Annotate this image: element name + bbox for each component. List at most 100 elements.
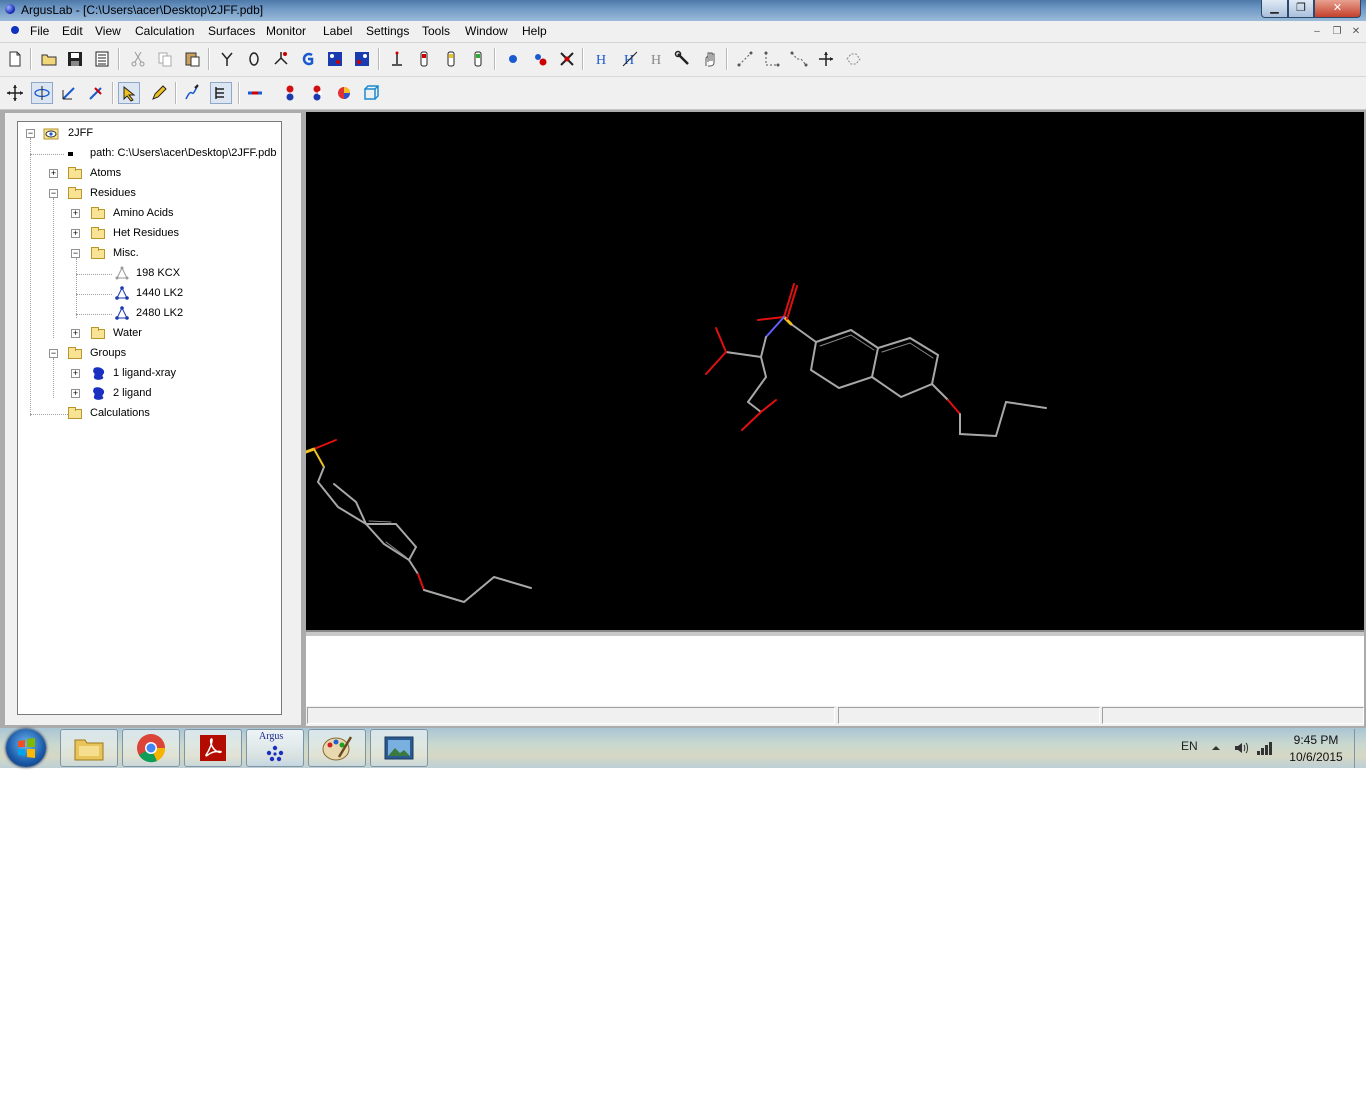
tree-amino-acids-label[interactable]: Amino Acids [113, 207, 174, 219]
taskbar-paint-button[interactable] [308, 729, 366, 767]
paste-icon[interactable] [181, 48, 203, 70]
ball-red-icon[interactable] [279, 82, 301, 104]
language-indicator[interactable]: EN [1181, 739, 1198, 753]
expand-root-toggle[interactable]: − [26, 129, 35, 138]
taskbar-photo-viewer-button[interactable] [370, 729, 428, 767]
molecule-b-icon[interactable] [351, 48, 373, 70]
hand-icon[interactable] [699, 48, 721, 70]
menu-file[interactable]: File [30, 24, 49, 38]
tree-root-label[interactable]: 2JFF [68, 127, 93, 139]
document-icon[interactable] [11, 26, 19, 34]
box-icon[interactable] [360, 82, 382, 104]
dipole-icon[interactable] [386, 48, 408, 70]
maximize-button[interactable]: ❐ [1288, 0, 1314, 18]
molecule-viewport[interactable] [304, 112, 1364, 630]
save-icon[interactable] [64, 48, 86, 70]
arrow-bond-icon[interactable] [270, 48, 292, 70]
clock-date[interactable]: 10/6/2015 [1286, 750, 1346, 764]
tree-atoms-label[interactable]: Atoms [90, 167, 121, 179]
mdi-minimize-button[interactable]: – [1309, 25, 1325, 39]
expand-groups-toggle[interactable]: − [49, 349, 58, 358]
measure-angle-icon[interactable] [761, 48, 783, 70]
taskbar-explorer-button[interactable] [60, 729, 118, 767]
select-arrow-icon[interactable] [118, 82, 140, 104]
translate-icon[interactable] [4, 82, 26, 104]
ball-stick-icon[interactable] [244, 82, 266, 104]
start-button[interactable] [6, 729, 46, 767]
volume-icon[interactable] [1233, 740, 1249, 756]
orbital-b-icon[interactable] [440, 48, 462, 70]
ring-icon[interactable] [243, 48, 265, 70]
y-bond-icon[interactable] [216, 48, 238, 70]
expand-water-toggle[interactable]: + [71, 329, 80, 338]
expand-group-toggle[interactable]: + [71, 369, 80, 378]
arguslab-app-icon[interactable] [5, 4, 15, 14]
add-hydrogen-icon[interactable]: H [590, 48, 612, 70]
output-pane[interactable] [306, 636, 1364, 706]
hydrogen-edit-icon[interactable]: H [619, 48, 641, 70]
hydrogen-gray-icon[interactable]: H [645, 48, 667, 70]
tree-residues-label[interactable]: Residues [90, 187, 136, 199]
orbital-c-icon[interactable] [467, 48, 489, 70]
tree-water-label[interactable]: Water [113, 327, 142, 339]
expand-het-residues-toggle[interactable]: + [71, 229, 80, 238]
menu-surfaces[interactable]: Surfaces [208, 24, 255, 38]
expand-group-toggle[interactable]: + [71, 389, 80, 398]
network-signal-icon[interactable] [1256, 740, 1274, 756]
sphere-color-icon[interactable] [333, 82, 355, 104]
menu-label[interactable]: Label [323, 24, 352, 38]
tree-calculations-label[interactable]: Calculations [90, 407, 150, 419]
molecule-tree[interactable]: − 2JFF path: C:\Users\acer\Desktop\2JFF.… [17, 121, 282, 715]
tree-het-residues-label[interactable]: Het Residues [113, 227, 179, 239]
wrench-icon[interactable] [672, 48, 694, 70]
cut-icon[interactable] [127, 48, 149, 70]
molecule-a-icon[interactable] [324, 48, 346, 70]
taskbar-acrobat-button[interactable] [184, 729, 242, 767]
tree-groups-label[interactable]: Groups [90, 347, 126, 359]
expand-amino-acids-toggle[interactable]: + [71, 209, 80, 218]
measure-dihedral-icon[interactable] [788, 48, 810, 70]
g-icon[interactable] [297, 48, 319, 70]
menu-tools[interactable]: Tools [422, 24, 450, 38]
menu-monitor[interactable]: Monitor [266, 24, 306, 38]
menu-calculation[interactable]: Calculation [135, 24, 194, 38]
expand-misc-toggle[interactable]: − [71, 249, 80, 258]
open-folder-icon[interactable] [38, 48, 60, 70]
tree-misc-label[interactable]: Misc. [113, 247, 139, 259]
pencil-icon[interactable] [148, 82, 170, 104]
taskbar-chrome-button[interactable] [122, 729, 180, 767]
mdi-restore-button[interactable]: ❐ [1329, 25, 1345, 39]
menu-view[interactable]: View [95, 24, 121, 38]
show-hidden-icons-icon[interactable] [1210, 742, 1222, 752]
zoom-icon[interactable] [85, 82, 107, 104]
draw-bond-icon[interactable] [181, 82, 203, 104]
close-button[interactable]: ✕ [1314, 0, 1361, 18]
rotate-icon[interactable] [31, 82, 53, 104]
print-list-icon[interactable] [91, 48, 113, 70]
tree-misc-item-label[interactable]: 198 KCX [136, 267, 180, 279]
show-desktop-button[interactable] [1354, 729, 1366, 768]
tree-view-icon[interactable] [210, 82, 232, 104]
menu-help[interactable]: Help [522, 24, 547, 38]
tree-misc-item-label[interactable]: 1440 LK2 [136, 287, 183, 299]
copy-icon[interactable] [154, 48, 176, 70]
scale-icon[interactable] [58, 82, 80, 104]
tree-misc-item-label[interactable]: 2480 LK2 [136, 307, 183, 319]
expand-atoms-toggle[interactable]: + [49, 169, 58, 178]
delete-icon[interactable] [556, 48, 578, 70]
remove-atom-icon[interactable] [529, 48, 551, 70]
menu-settings[interactable]: Settings [366, 24, 409, 38]
menu-window[interactable]: Window [465, 24, 508, 38]
tree-group-label[interactable]: 1 ligand-xray [113, 367, 176, 379]
menu-edit[interactable]: Edit [62, 24, 83, 38]
fragment-icon[interactable] [842, 48, 864, 70]
minimize-button[interactable]: ▁ [1261, 0, 1288, 18]
taskbar-arguslab-button[interactable]: Argus [246, 729, 304, 767]
new-file-icon[interactable] [4, 48, 26, 70]
expand-residues-toggle[interactable]: − [49, 189, 58, 198]
measure-distance-icon[interactable] [734, 48, 756, 70]
clock-time[interactable]: 9:45 PM [1286, 733, 1346, 747]
atom-icon[interactable] [502, 48, 524, 70]
ball-multi-icon[interactable] [306, 82, 328, 104]
orbital-a-icon[interactable] [413, 48, 435, 70]
